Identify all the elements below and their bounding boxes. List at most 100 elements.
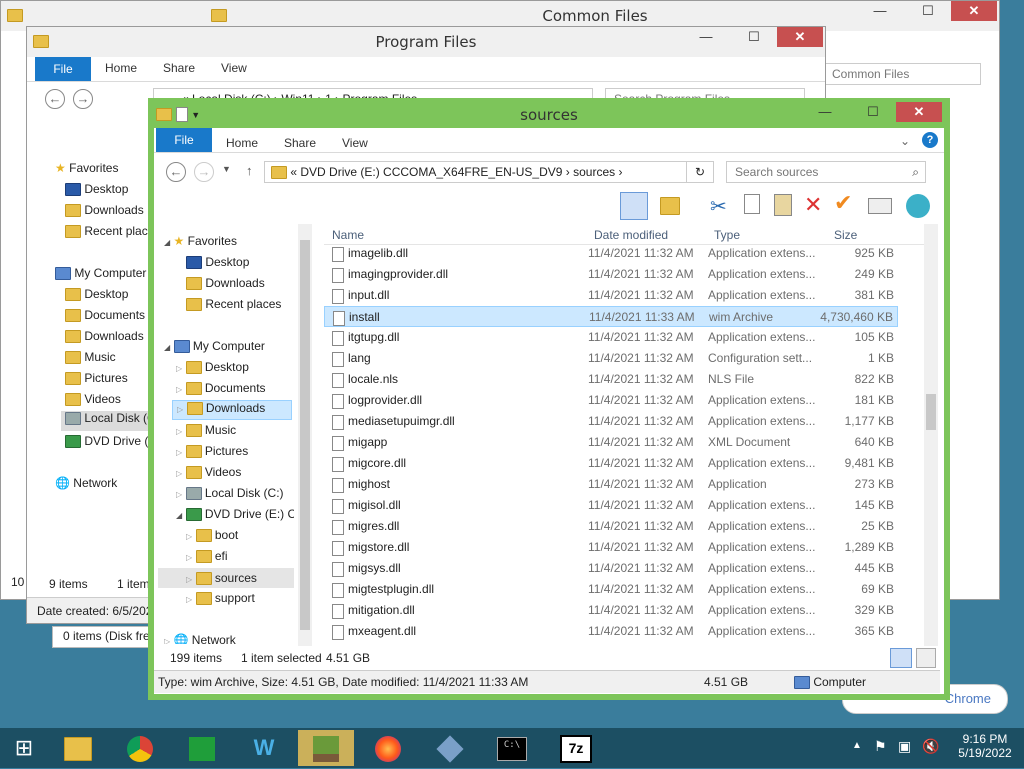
taskbar-file-explorer[interactable] xyxy=(50,730,106,766)
table-row[interactable]: logprovider.dll 11/4/2021 11:32 AM Applica… xyxy=(324,390,898,411)
nav-item-videos[interactable]: ▷ Videos xyxy=(176,465,241,480)
nav-item-desktop[interactable]: Desktop xyxy=(65,182,128,197)
taskbar-firefox[interactable] xyxy=(360,730,416,766)
table-row[interactable]: mighost 11/4/2021 11:32 AM Application 273 … xyxy=(324,474,898,495)
delete-icon[interactable]: ✕ xyxy=(804,192,822,218)
chevron-right-icon[interactable]: ▷ xyxy=(176,427,182,436)
close-button[interactable]: ✕ xyxy=(951,1,997,21)
nav-network[interactable]: ▷ 🌐 Network xyxy=(164,633,236,644)
table-row[interactable]: imagingprovider.dll 11/4/2021 11:32 AM App… xyxy=(324,264,898,285)
table-row[interactable]: migsys.dll 11/4/2021 11:32 AM Application … xyxy=(324,558,898,579)
forward-button[interactable]: → xyxy=(73,89,93,109)
table-row[interactable]: locale.nls 11/4/2021 11:32 AM NLS File 822 … xyxy=(324,369,898,390)
table-row[interactable]: install 11/4/2021 11:33 AM wim Archive 4,73… xyxy=(324,306,898,327)
nav-favorites[interactable]: ◢ ★ Favorites xyxy=(164,234,237,248)
maximize-button[interactable]: ☐ xyxy=(850,102,896,122)
chevron-right-icon[interactable]: › xyxy=(566,165,570,179)
table-row[interactable]: mxeagent.dll 11/4/2021 11:32 AM Applicatio… xyxy=(324,621,898,642)
tab-file[interactable]: File xyxy=(156,128,212,152)
table-row[interactable]: input.dll 11/4/2021 11:32 AM Application e… xyxy=(324,285,898,306)
rename-checkmark-icon[interactable]: ✔ xyxy=(834,190,852,216)
properties-icon[interactable] xyxy=(868,198,892,214)
preview-pane-icon[interactable] xyxy=(620,192,648,220)
large-icons-view-icon[interactable] xyxy=(916,648,936,668)
search-input[interactable]: Common Files xyxy=(823,63,981,85)
nav-item-videos[interactable]: Videos xyxy=(65,392,121,407)
paste-icon[interactable] xyxy=(774,194,792,216)
nav-item-efi[interactable]: ▷ efi xyxy=(186,549,228,564)
nav-item-desktop-2[interactable]: Desktop xyxy=(65,287,128,302)
taskbar-chrome[interactable] xyxy=(112,730,168,766)
address-overflow[interactable]: « xyxy=(290,165,297,179)
tab-file[interactable]: File xyxy=(35,57,91,81)
chevron-right-icon[interactable]: ▷ xyxy=(176,448,182,457)
nav-item-downloads[interactable]: Downloads xyxy=(65,203,144,218)
nav-item-music[interactable]: Music xyxy=(65,350,116,365)
table-row[interactable]: migstore.dll 11/4/2021 11:32 AM Applicatio… xyxy=(324,537,898,558)
table-row[interactable]: migtestplugin.dll 11/4/2021 11:32 AM Appli… xyxy=(324,579,898,600)
select-folder-icon[interactable] xyxy=(660,194,680,217)
nav-item-recent[interactable]: Recent places xyxy=(65,224,149,239)
back-button[interactable]: ← xyxy=(45,89,65,109)
close-button[interactable]: ✕ xyxy=(777,27,823,47)
cut-icon[interactable]: ✂ xyxy=(710,194,727,219)
expand-icon[interactable]: ◢ xyxy=(164,238,170,247)
close-button[interactable]: ✕ xyxy=(896,102,942,122)
expand-icon[interactable]: ◢ xyxy=(164,343,170,352)
taskbar-store[interactable] xyxy=(174,730,230,766)
nav-scrollbar-thumb[interactable] xyxy=(300,240,310,630)
action-center-flag-icon[interactable]: ⚑ xyxy=(874,738,887,755)
details-view-icon[interactable] xyxy=(890,648,912,668)
nav-item-recent[interactable]: Recent places xyxy=(186,297,281,312)
chevron-right-icon[interactable]: › xyxy=(619,165,623,179)
help-icon[interactable]: ? xyxy=(922,132,938,148)
column-size[interactable]: Size xyxy=(834,228,857,242)
tab-view[interactable]: View xyxy=(221,61,247,75)
nav-my-computer[interactable]: My Computer xyxy=(55,266,151,281)
taskbar-installer[interactable] xyxy=(422,730,478,766)
nav-item-downloads[interactable]: Downloads xyxy=(186,276,265,291)
nav-item-dvd-drive[interactable]: DVD Drive (E:) xyxy=(65,434,151,449)
nav-item-boot[interactable]: ▷ boot xyxy=(186,528,238,543)
minimize-button[interactable]: — xyxy=(857,1,903,21)
column-date[interactable]: Date modified xyxy=(594,228,668,242)
chevron-right-icon[interactable]: ▷ xyxy=(186,532,192,541)
tab-home[interactable]: Home xyxy=(226,136,258,150)
forward-button[interactable]: → xyxy=(194,162,214,182)
taskbar-cmd[interactable]: C:\ xyxy=(484,730,540,766)
chevron-right-icon[interactable]: ▷ xyxy=(176,469,182,478)
nav-item-downloads-2[interactable]: ▷ Downloads xyxy=(172,400,292,420)
nav-favorites[interactable]: ★ Favorites xyxy=(55,161,118,175)
nav-item-documents[interactable]: Documents xyxy=(65,308,151,323)
maximize-button[interactable]: ☐ xyxy=(905,1,951,21)
table-row[interactable]: mediasetupuimgr.dll 11/4/2021 11:32 AM App… xyxy=(324,411,898,432)
table-row[interactable]: migapp 11/4/2021 11:32 AM XML Document 640 … xyxy=(324,432,898,453)
nav-scrollbar[interactable] xyxy=(298,224,312,646)
taskbar-app-w[interactable]: W xyxy=(236,730,292,766)
nav-item-support[interactable]: ▷ support xyxy=(186,591,255,606)
table-row[interactable]: migisol.dll 11/4/2021 11:32 AM Application… xyxy=(324,495,898,516)
expand-icon[interactable]: ◢ xyxy=(176,511,182,520)
column-type[interactable]: Type xyxy=(714,228,740,242)
tab-share[interactable]: Share xyxy=(284,136,316,150)
table-row[interactable]: mitigation.dll 11/4/2021 11:32 AM Applicat… xyxy=(324,600,898,621)
table-row[interactable]: imagelib.dll 11/4/2021 11:32 AM Applicatio… xyxy=(324,243,898,264)
chevron-right-icon[interactable]: ▷ xyxy=(176,490,182,499)
breadcrumb-drive[interactable]: DVD Drive (E:) CCCOMA_X64FRE_EN-US_DV9 xyxy=(300,165,562,179)
refresh-button[interactable]: ↻ xyxy=(686,161,714,183)
maximize-button[interactable]: ☐ xyxy=(731,27,777,47)
column-name[interactable]: Name xyxy=(332,228,364,242)
taskbar-minecraft[interactable] xyxy=(298,730,354,766)
back-button[interactable]: ← xyxy=(166,162,186,182)
nav-item-local-disk[interactable]: ▷ Local Disk (C:) xyxy=(176,486,284,501)
chevron-right-icon[interactable]: ▷ xyxy=(176,364,182,373)
table-row[interactable]: lang 11/4/2021 11:32 AM Configuration sett… xyxy=(324,348,898,369)
nav-item-desktop-2[interactable]: ▷ Desktop xyxy=(176,360,249,375)
nav-item-sources[interactable]: ▷ sources xyxy=(158,568,294,588)
share-globe-icon[interactable] xyxy=(906,194,930,218)
chevron-right-icon[interactable]: ▷ xyxy=(176,385,182,394)
expand-ribbon-icon[interactable]: ⌄ xyxy=(900,134,910,148)
table-row[interactable]: itgtupg.dll 11/4/2021 11:32 AM Application… xyxy=(324,327,898,348)
chevron-right-icon[interactable]: ▷ xyxy=(177,405,183,414)
search-input[interactable]: Search sources ⌕ xyxy=(726,161,926,183)
